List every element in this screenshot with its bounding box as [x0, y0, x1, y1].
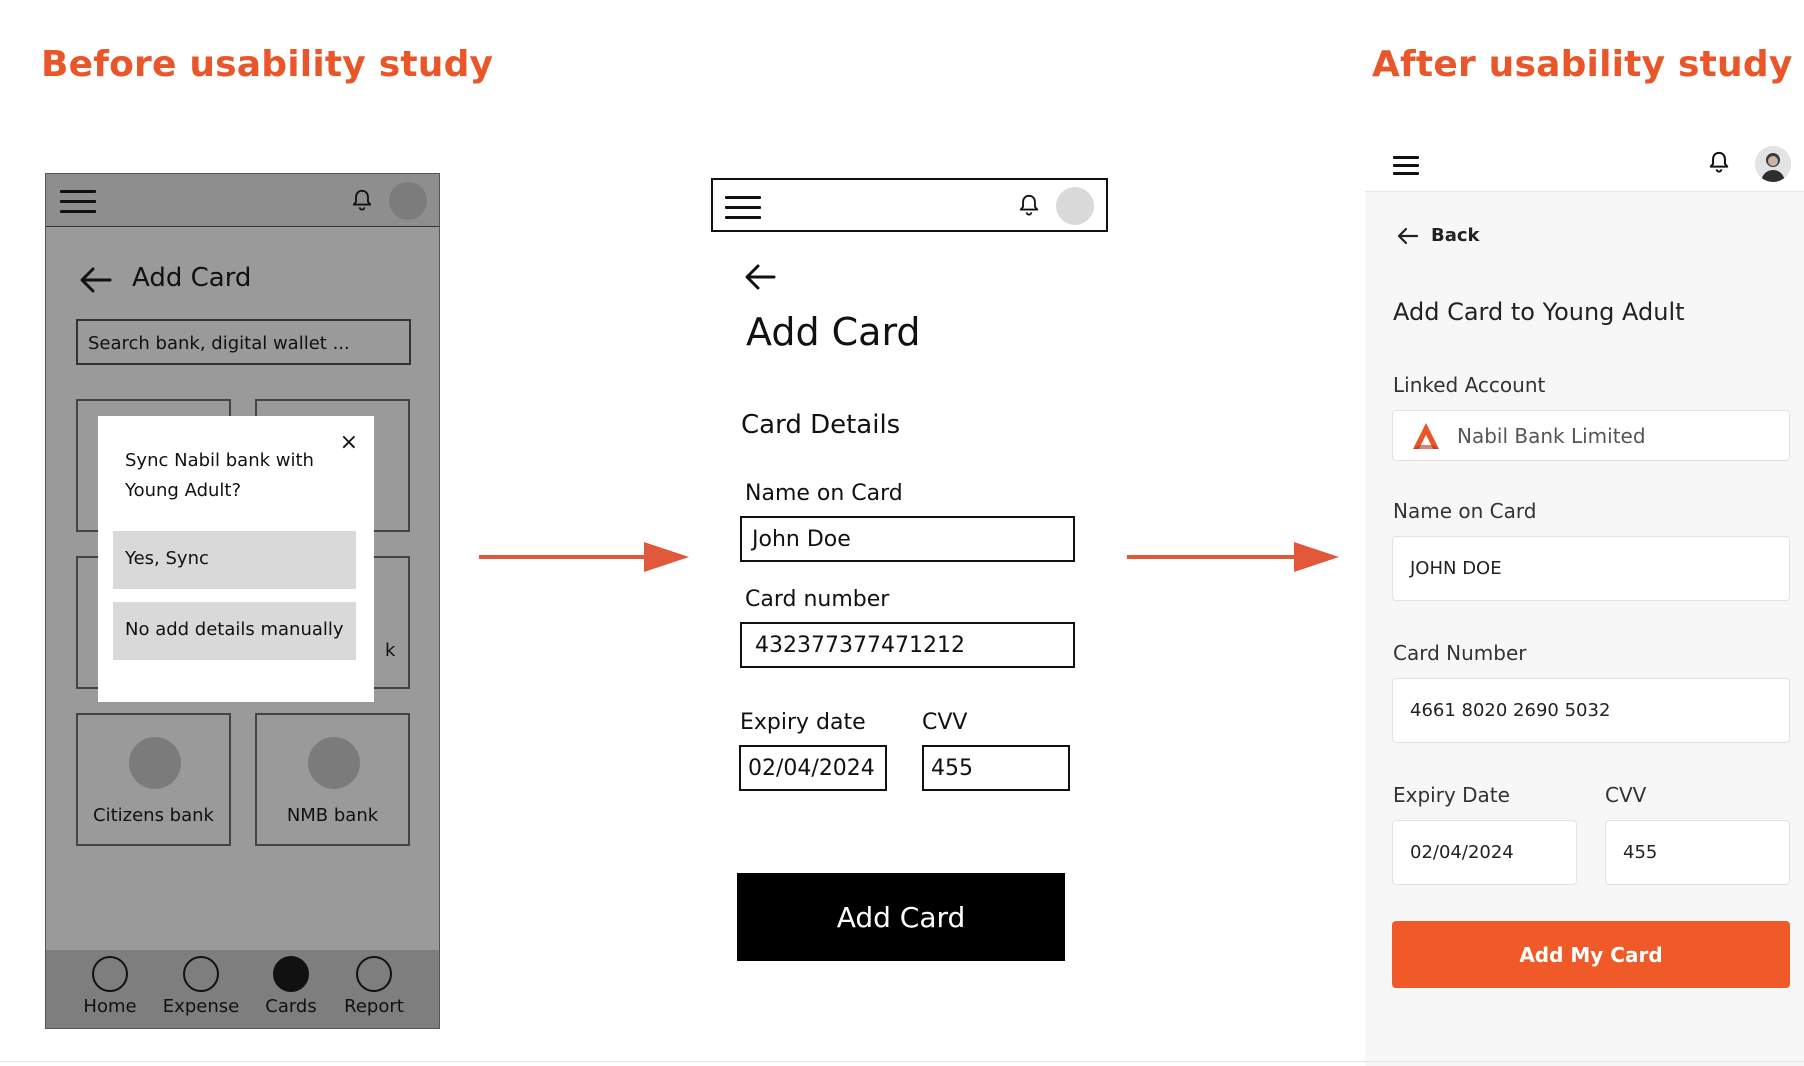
name-label: Name on Card: [1393, 499, 1537, 523]
page-title: Add Card to Young Adult: [1393, 298, 1685, 326]
nav-label: Cards: [265, 996, 317, 1017]
bell-icon[interactable]: [1708, 150, 1730, 174]
add-my-card-button[interactable]: Add My Card: [1392, 921, 1790, 988]
app-header: [1365, 136, 1804, 192]
after-heading: After usability study: [1372, 44, 1793, 85]
linked-account-value: Nabil Bank Limited: [1457, 423, 1646, 448]
menu-icon[interactable]: [60, 190, 96, 213]
flow-arrow-icon: [1127, 540, 1339, 580]
nav-item-expense[interactable]: Expense: [156, 956, 246, 1017]
bank-logo-placeholder: [129, 737, 181, 789]
nabil-bank-logo-icon: [1413, 422, 1439, 449]
nav-label: Home: [83, 996, 137, 1017]
divider: [0, 1061, 1804, 1062]
back-arrow-icon: [1397, 227, 1419, 244]
linked-account-label: Linked Account: [1393, 373, 1546, 397]
page-title: Add Card: [132, 263, 252, 293]
search-input[interactable]: Search bank, digital wallet ...: [76, 319, 411, 365]
final-screen: Back Add Card to Young Adult Linked Acco…: [1365, 136, 1804, 1066]
linked-account-field[interactable]: Nabil Bank Limited: [1392, 410, 1790, 461]
cvv-label: CVV: [922, 710, 968, 735]
card-number-field[interactable]: 432377377471212: [740, 622, 1075, 668]
bank-tile-label: k: [385, 640, 396, 661]
cvv-field[interactable]: 455: [1605, 820, 1790, 885]
back-arrow-icon[interactable]: [80, 267, 112, 293]
bank-logo-placeholder: [308, 737, 360, 789]
bank-tile-citizens[interactable]: Citizens bank: [76, 713, 231, 846]
before-heading: Before usability study: [41, 44, 494, 85]
card-number-label: Card Number: [1393, 641, 1527, 665]
back-arrow-icon[interactable]: [745, 263, 777, 291]
expiry-label: Expiry Date: [1393, 783, 1510, 807]
sync-dialog: × Sync Nabil bank with Young Adult? Yes,…: [98, 416, 374, 702]
card-number-field[interactable]: 4661 8020 2690 5032: [1392, 678, 1790, 743]
expiry-label: Expiry date: [740, 710, 866, 735]
add-manually-button[interactable]: No add details manually: [113, 602, 356, 660]
report-icon: [356, 956, 392, 992]
yes-sync-button[interactable]: Yes, Sync: [113, 531, 356, 589]
cvv-field[interactable]: 455: [922, 745, 1070, 791]
home-icon: [92, 956, 128, 992]
dialog-message: Sync Nabil bank with Young Adult?: [125, 450, 314, 501]
avatar[interactable]: [1755, 146, 1791, 182]
name-field[interactable]: John Doe: [740, 516, 1075, 562]
menu-icon[interactable]: [1393, 156, 1419, 178]
page-title: Add Card: [746, 310, 921, 354]
close-icon[interactable]: ×: [340, 432, 358, 454]
nav-item-report[interactable]: Report: [329, 956, 419, 1017]
nav-item-cards[interactable]: Cards: [246, 956, 336, 1017]
bottom-nav: Home Expense Cards Report: [46, 950, 439, 1028]
back-link[interactable]: Back: [1397, 225, 1480, 246]
nav-item-home[interactable]: Home: [65, 956, 155, 1017]
bank-tile-label: Citizens bank: [93, 805, 214, 826]
expiry-field[interactable]: 02/04/2024: [1392, 820, 1577, 885]
cards-icon: [273, 956, 309, 992]
back-label: Back: [1431, 225, 1480, 246]
expiry-field[interactable]: 02/04/2024: [739, 745, 887, 791]
bell-icon[interactable]: [351, 188, 373, 212]
nav-label: Report: [344, 996, 404, 1017]
wireframe-v1-screen: Add Card Search bank, digital wallet ...…: [45, 173, 440, 1029]
bank-tile-nmb[interactable]: NMB bank: [255, 713, 410, 846]
app-header: [46, 174, 439, 227]
section-title: Card Details: [741, 410, 901, 440]
bell-icon[interactable]: [1018, 193, 1040, 217]
bank-tile-label: NMB bank: [286, 805, 379, 826]
add-card-button[interactable]: Add Card: [737, 873, 1065, 961]
name-field[interactable]: JOHN DOE: [1392, 536, 1790, 601]
app-header: [711, 178, 1108, 232]
expense-icon: [183, 956, 219, 992]
flow-arrow-icon: [479, 540, 689, 580]
menu-icon[interactable]: [725, 196, 761, 219]
nav-label: Expense: [162, 996, 240, 1017]
name-label: Name on Card: [745, 481, 903, 506]
cvv-label: CVV: [1605, 783, 1647, 807]
avatar[interactable]: [389, 182, 427, 220]
avatar[interactable]: [1056, 187, 1094, 225]
card-number-label: Card number: [745, 587, 890, 612]
